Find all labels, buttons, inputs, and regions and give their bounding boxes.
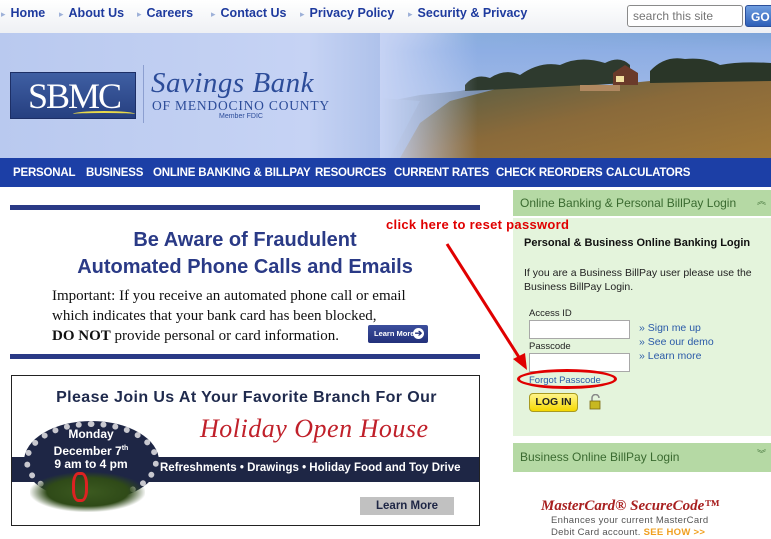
bullet-icon: ▸ <box>300 9 305 19</box>
fraud-headline: Be Aware of Fraudulent Automated Phone C… <box>10 227 480 281</box>
topnav-label: Privacy Policy <box>309 6 395 20</box>
topnav-careers[interactable]: ▸ Careers <box>137 6 193 20</box>
fraud-learn-more-button[interactable]: Learn More ➔ <box>368 325 428 343</box>
topnav-home[interactable]: ▸ Home <box>1 6 45 20</box>
login-info: If you are a Business BillPay user pleas… <box>524 267 752 293</box>
main-nav: PERSONAL BUSINESS ONLINE BANKING & BILLP… <box>0 158 771 187</box>
holiday-date-suffix: th <box>121 444 129 452</box>
holiday-day: Monday <box>68 427 114 441</box>
mastercard-line2: Debit Card account. <box>551 527 641 538</box>
top-nav: ▸ Home ▸ About Us ▸ Careers ▸ Contact Us ▸ Pr… <box>0 0 771 33</box>
padlock-icon <box>589 394 601 410</box>
login-button[interactable]: LOG IN <box>529 393 578 412</box>
holiday-learn-more-button[interactable]: Learn More <box>360 497 454 515</box>
access-id-input[interactable] <box>529 320 630 339</box>
bullet-icon: ▸ <box>211 9 216 19</box>
mastercard-line: Enhances your current MasterCard <box>551 515 709 526</box>
search-input[interactable] <box>627 5 743 27</box>
nav-calculators[interactable]: CALCULATORS <box>606 167 690 179</box>
holiday-date-text: December 7 <box>53 443 122 458</box>
topnav-label: Careers <box>146 6 194 20</box>
panel-header-title: Online Banking & Personal BillPay Login <box>520 196 737 210</box>
mastercard-line: Debit Card account. SEE HOW >> <box>551 527 741 539</box>
nav-check-reorders[interactable]: CHECK REORDERS <box>496 167 603 179</box>
mastercard-securecode-ad[interactable]: MasterCard® SecureCode™ Enhances your cu… <box>541 498 741 538</box>
topnav-security-privacy[interactable]: ▸ Security & Privacy <box>408 6 527 20</box>
bullet-icon: ▸ <box>137 9 142 19</box>
holiday-date: Monday December 7th 9 am to 4 pm <box>32 427 150 472</box>
fraud-headline-line2: Automated Phone Calls and Emails <box>77 256 413 278</box>
fraud-body-line: which indicates that your bank card has … <box>52 308 377 324</box>
holiday-open-house-banner[interactable]: Please Join Us At Your Favorite Branch F… <box>11 375 480 526</box>
topnav-privacy-policy[interactable]: ▸ Privacy Policy <box>300 6 394 20</box>
holiday-time: 9 am to 4 pm <box>54 457 128 471</box>
mastercard-text: Enhances your current MasterCard Debit C… <box>551 515 741 539</box>
nav-resources[interactable]: RESOURCES <box>315 167 386 179</box>
logo-text: SBMC <box>27 76 122 116</box>
topnav-label: About Us <box>68 6 125 20</box>
coastline-photo <box>380 33 771 158</box>
topnav-about-us[interactable]: ▸ About Us <box>59 6 124 20</box>
fraud-body-text: provide personal or card information. <box>110 328 340 344</box>
bank-subtitle: OF MENDOCINO COUNTY <box>152 98 330 113</box>
fraud-body-line: Important: If you receive an automated p… <box>52 288 406 304</box>
annotation-note: click here to reset password <box>386 217 570 232</box>
annotation-oval <box>517 369 617 389</box>
header-banner: SBMC Savings Bank OF MENDOCINO COUNTY Me… <box>0 33 771 158</box>
sbmc-logo[interactable]: SBMC <box>10 72 136 119</box>
member-fdic: Member FDIC <box>219 113 263 120</box>
login-title: Personal & Business Online Banking Login <box>524 237 751 249</box>
topnav-label: Home <box>10 6 46 20</box>
learn-more-link[interactable]: » Learn more <box>639 350 701 362</box>
holiday-title: Holiday Open House <box>200 414 429 443</box>
holiday-band-text: Refreshments • Drawings • Holiday Food a… <box>160 462 461 474</box>
logo-swoosh <box>73 111 135 117</box>
ribbon-bow-icon <box>72 472 88 502</box>
collapse-chevron-up-icon[interactable]: ︽ <box>757 194 766 207</box>
nav-business[interactable]: BUSINESS <box>86 167 143 179</box>
search-go-button[interactable]: GO <box>745 5 771 27</box>
sign-me-up-link[interactable]: » Sign me up <box>639 322 701 334</box>
fraud-do-not: DO NOT <box>52 328 111 344</box>
bullet-icon: ▸ <box>408 9 413 19</box>
see-how-link[interactable]: SEE HOW >> <box>644 527 706 538</box>
passcode-label: Passcode <box>529 341 571 352</box>
bullet-icon: ▸ <box>59 9 64 19</box>
bullet-icon: ▸ <box>1 9 6 19</box>
topnav-label: Security & Privacy <box>417 6 528 20</box>
online-banking-panel-header[interactable]: Online Banking & Personal BillPay Login … <box>513 190 771 216</box>
button-label: Learn More <box>374 329 415 338</box>
mastercard-title: MasterCard® SecureCode™ <box>541 498 720 514</box>
arrow-right-icon: ➔ <box>413 328 424 339</box>
bank-name: Savings Bank <box>151 67 315 99</box>
see-our-demo-link[interactable]: » See our demo <box>639 336 714 348</box>
logo-divider <box>143 65 144 123</box>
topnav-contact-us[interactable]: ▸ Contact Us <box>211 6 287 20</box>
online-banking-login-panel: Personal & Business Online Banking Login… <box>513 218 771 436</box>
nav-online-banking[interactable]: ONLINE BANKING & BILLPAY <box>153 167 311 179</box>
expand-chevron-down-icon[interactable]: ︾ <box>757 447 766 460</box>
topnav-label: Contact Us <box>220 6 287 20</box>
access-id-label: Access ID <box>529 308 572 319</box>
panel-header-title: Business Online BillPay Login <box>520 450 680 464</box>
nav-current-rates[interactable]: CURRENT RATES <box>394 167 489 179</box>
holiday-date-line: December 7th <box>32 442 150 459</box>
business-billpay-panel-header[interactable]: Business Online BillPay Login ︾ <box>513 443 771 472</box>
holiday-heading: Please Join Us At Your Favorite Branch F… <box>56 389 437 406</box>
nav-personal[interactable]: PERSONAL <box>13 167 75 179</box>
